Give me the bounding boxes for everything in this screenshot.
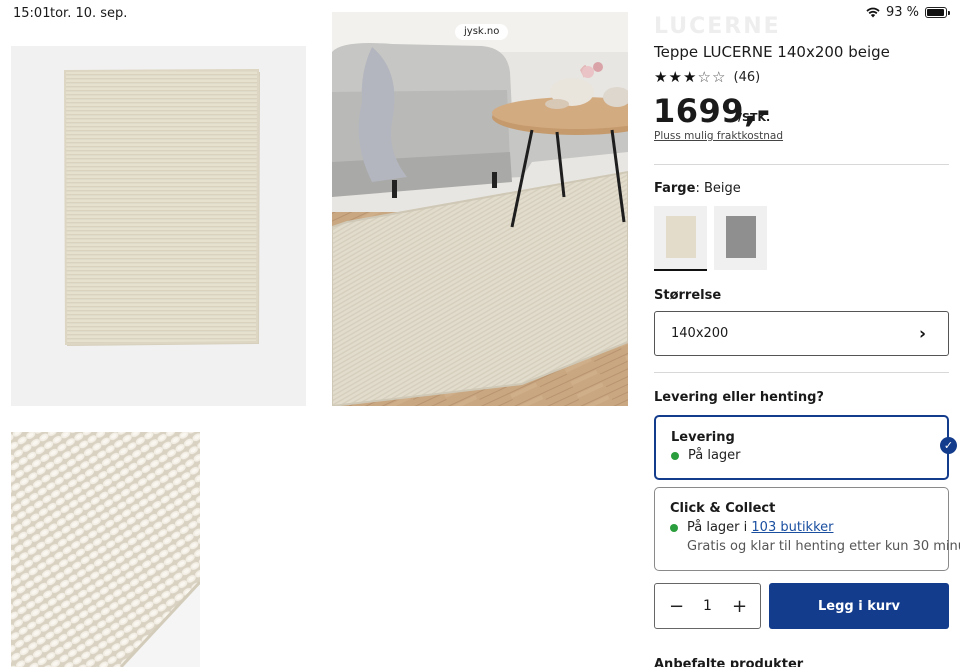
add-to-cart-button[interactable]: Legg i kurv: [769, 583, 949, 629]
store-count-link[interactable]: 103 butikker: [751, 520, 833, 535]
review-count[interactable]: (46): [734, 70, 761, 85]
plus-button[interactable]: +: [732, 596, 747, 617]
stock-status: På lager i 103 butikker: [670, 520, 834, 535]
size-label: Størrelse: [654, 288, 722, 303]
swatch-chip: [666, 216, 696, 258]
delivery-heading: Levering eller henting?: [654, 390, 824, 405]
product-image-detail[interactable]: [11, 432, 200, 667]
option-title: Levering: [671, 430, 735, 445]
size-select[interactable]: 140x200 ›: [654, 311, 949, 356]
swatch-beige[interactable]: [654, 206, 707, 271]
brand-logo: LUCERNE: [654, 14, 781, 39]
rating[interactable]: ★ ★ ★ ☆ ☆ (46): [654, 69, 760, 85]
star-full-icon: ★: [683, 68, 697, 86]
star-empty-icon: ☆: [697, 68, 711, 86]
option-title: Click & Collect: [670, 501, 776, 516]
related-products-heading: Anbefalte produkter: [654, 657, 804, 667]
swatch-grey[interactable]: [714, 206, 767, 270]
minus-button[interactable]: −: [669, 596, 684, 617]
product-image-room[interactable]: [332, 12, 628, 406]
in-stock-dot-icon: [670, 523, 678, 532]
wifi-icon: [866, 7, 880, 18]
chevron-right-icon: ›: [918, 323, 926, 344]
quantity-value[interactable]: 1: [703, 598, 712, 614]
color-label-key: Farge: [654, 181, 696, 196]
stock-status: På lager: [671, 448, 741, 463]
stock-text: På lager: [688, 448, 741, 463]
color-label: Farge: Beige: [654, 181, 741, 196]
price-unit: /STK.: [738, 111, 771, 124]
pickup-note: Gratis og klar til henting etter kun 30 …: [687, 539, 960, 554]
product-title: Teppe LUCERNE 140x200 beige: [654, 43, 890, 61]
url-pill[interactable]: jysk.no: [455, 24, 509, 40]
quantity-stepper[interactable]: − 1 +: [654, 583, 761, 629]
delivery-option-click-collect[interactable]: Click & Collect På lager i 103 butikker …: [654, 487, 960, 571]
product-image-main[interactable]: [11, 46, 306, 406]
delivery-option-home[interactable]: Levering På lager: [654, 415, 949, 480]
battery-percent: 93 %: [885, 5, 919, 20]
stock-text: På lager i: [687, 520, 752, 535]
shipping-note-link[interactable]: Pluss mulig fraktkostnad: [654, 130, 783, 142]
status-date: tor. 10. sep.: [50, 6, 128, 21]
swatch-chip: [726, 216, 756, 258]
check-circle-icon: ✓: [940, 437, 957, 454]
size-value: 140x200: [671, 326, 729, 341]
divider: [654, 164, 949, 165]
star-full-icon: ★: [668, 68, 682, 86]
divider: [654, 372, 949, 373]
in-stock-dot-icon: [671, 451, 679, 460]
status-right: 93 %: [866, 5, 950, 20]
color-label-value: : Beige: [695, 181, 741, 196]
star-full-icon: ★: [654, 68, 668, 86]
status-time: 15:01: [13, 6, 51, 21]
star-empty-icon: ☆: [712, 68, 726, 86]
battery-icon: [925, 7, 950, 18]
